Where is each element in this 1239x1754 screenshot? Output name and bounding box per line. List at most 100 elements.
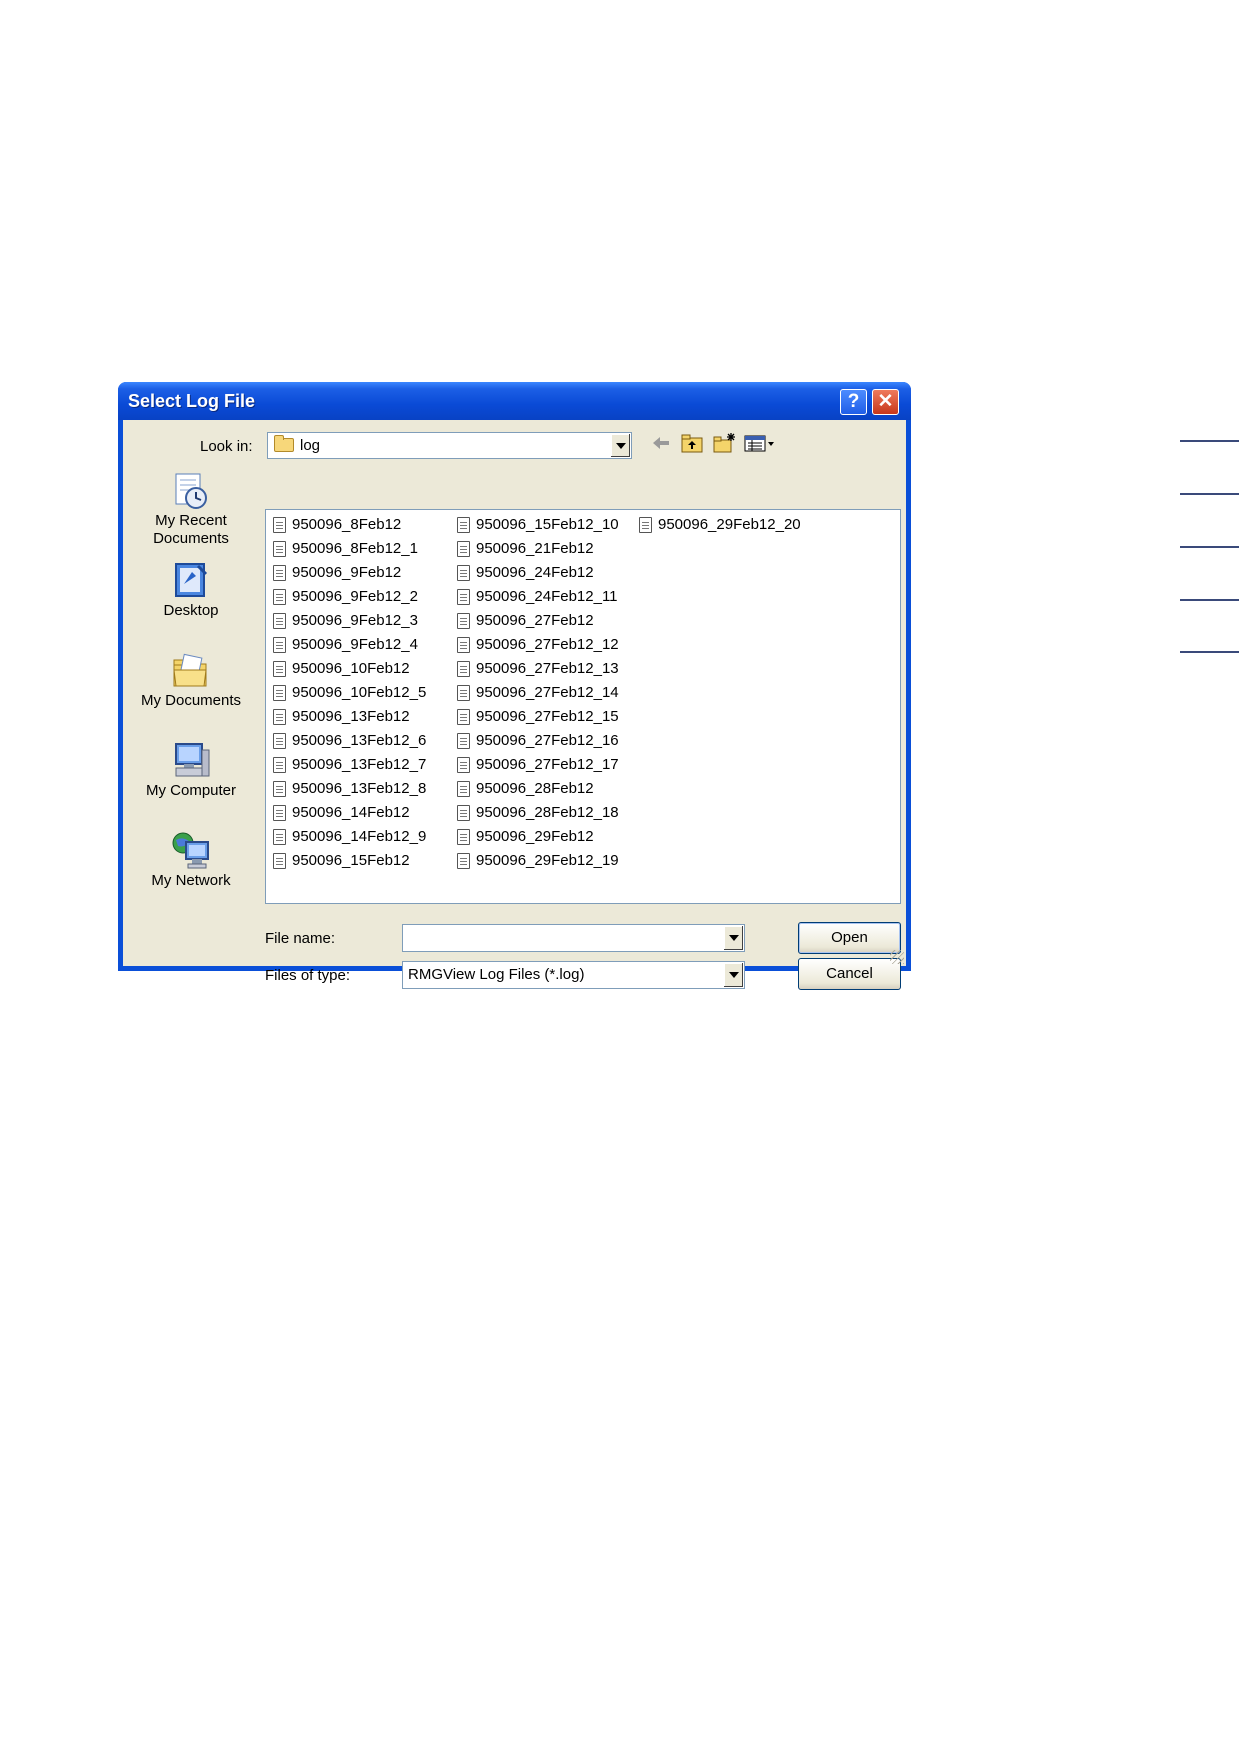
list-item[interactable]: 950096_27Feb12 bbox=[454, 610, 619, 634]
margin-line bbox=[1180, 493, 1239, 495]
chevron-down-icon[interactable] bbox=[723, 963, 743, 987]
new-folder-icon[interactable] bbox=[711, 432, 737, 454]
list-item[interactable]: 950096_27Feb12_13 bbox=[454, 658, 619, 682]
list-item[interactable]: 950096_8Feb12 bbox=[270, 514, 426, 538]
log-file-icon bbox=[273, 565, 286, 581]
log-file-icon bbox=[457, 613, 470, 629]
log-file-icon bbox=[457, 757, 470, 773]
file-name-text: 950096_24Feb12 bbox=[476, 564, 594, 581]
log-file-icon bbox=[457, 805, 470, 821]
views-menu-icon[interactable] bbox=[743, 432, 777, 454]
list-item[interactable]: 950096_29Feb12 bbox=[454, 826, 619, 850]
place-label: Desktop bbox=[163, 602, 219, 619]
place-label: My Documents bbox=[140, 692, 242, 709]
list-item[interactable]: 950096_10Feb12_5 bbox=[270, 682, 426, 706]
look-in-label: Look in: bbox=[200, 438, 253, 455]
file-name-text: 950096_27Feb12_14 bbox=[476, 684, 619, 701]
dialog-title: Select Log File bbox=[128, 391, 256, 411]
cancel-button[interactable]: Cancel bbox=[798, 958, 901, 990]
list-item[interactable]: 950096_24Feb12_11 bbox=[454, 586, 619, 610]
list-item[interactable]: 950096_9Feb12_4 bbox=[270, 634, 426, 658]
file-name-text: 950096_10Feb12_5 bbox=[292, 684, 427, 701]
place-label: My Network bbox=[151, 872, 231, 889]
file-name-input[interactable] bbox=[402, 924, 745, 952]
log-file-icon bbox=[273, 805, 286, 821]
file-name-text: 950096_9Feb12 bbox=[292, 564, 402, 581]
resize-grip[interactable] bbox=[890, 950, 904, 964]
file-name-text: 950096_10Feb12 bbox=[292, 660, 410, 677]
file-name-label: File name: bbox=[265, 930, 336, 947]
list-item[interactable]: 950096_13Feb12 bbox=[270, 706, 426, 730]
list-item[interactable]: 950096_14Feb12_9 bbox=[270, 826, 426, 850]
dialog-body: Look in: log My Recent Documents Desktop… bbox=[123, 420, 906, 990]
file-name-text: 950096_29Feb12 bbox=[476, 828, 594, 845]
list-item[interactable]: 950096_15Feb12_10 bbox=[454, 514, 619, 538]
place-label: My Computer bbox=[145, 782, 237, 799]
list-item[interactable]: 950096_27Feb12_16 bbox=[454, 730, 619, 754]
help-button[interactable]: ? bbox=[840, 389, 867, 415]
file-name-text: 950096_28Feb12 bbox=[476, 780, 594, 797]
chevron-down-icon[interactable] bbox=[610, 434, 630, 457]
margin-line bbox=[1180, 599, 1239, 601]
list-item[interactable]: 950096_28Feb12_18 bbox=[454, 802, 619, 826]
file-name-text: 950096_24Feb12_11 bbox=[476, 588, 618, 605]
log-file-icon bbox=[273, 589, 286, 605]
list-item[interactable]: 950096_8Feb12_1 bbox=[270, 538, 426, 562]
list-item[interactable]: 950096_27Feb12_15 bbox=[454, 706, 619, 730]
my-documents-icon bbox=[170, 650, 212, 692]
list-item[interactable]: 950096_14Feb12 bbox=[270, 802, 426, 826]
places-my-documents[interactable]: My Documents bbox=[131, 650, 251, 710]
file-name-text: 950096_9Feb12_3 bbox=[292, 612, 418, 629]
list-item[interactable]: 950096_13Feb12_8 bbox=[270, 778, 426, 802]
look-in-combo[interactable]: log bbox=[267, 432, 632, 459]
log-file-icon bbox=[457, 853, 470, 869]
log-file-icon bbox=[273, 541, 286, 557]
recent-documents-icon bbox=[170, 470, 212, 512]
file-name-text: 950096_9Feb12_2 bbox=[292, 588, 418, 605]
files-of-type-label: Files of type: bbox=[265, 967, 351, 984]
list-item[interactable]: 950096_13Feb12_7 bbox=[270, 754, 426, 778]
list-item[interactable]: 950096_15Feb12 bbox=[270, 850, 426, 874]
list-item[interactable]: 950096_21Feb12 bbox=[454, 538, 619, 562]
list-item[interactable]: 950096_28Feb12 bbox=[454, 778, 619, 802]
file-name-text: 950096_27Feb12_12 bbox=[476, 636, 619, 653]
file-name-text: 950096_27Feb12_17 bbox=[476, 756, 619, 773]
list-item[interactable]: 950096_29Feb12_20 bbox=[636, 514, 801, 538]
log-file-icon bbox=[273, 781, 286, 797]
file-name-text: 950096_28Feb12_18 bbox=[476, 804, 619, 821]
file-list[interactable]: 950096_8Feb12 950096_8Feb12_1 950096_9Fe… bbox=[265, 509, 901, 904]
up-one-level-icon[interactable] bbox=[679, 432, 705, 454]
select-log-file-dialog: Select Log File ? ✕ Look in: log My Rece… bbox=[118, 382, 911, 990]
close-button[interactable]: ✕ bbox=[872, 389, 899, 415]
chevron-down-icon[interactable] bbox=[723, 926, 743, 950]
log-file-icon bbox=[273, 733, 286, 749]
list-item[interactable]: 950096_9Feb12_3 bbox=[270, 610, 426, 634]
places-desktop[interactable]: Desktop bbox=[131, 560, 251, 620]
title-bar[interactable]: Select Log File ? ✕ bbox=[118, 382, 911, 420]
log-file-icon bbox=[273, 853, 286, 869]
list-item[interactable]: 950096_29Feb12_19 bbox=[454, 850, 619, 874]
places-my-network[interactable]: My Network bbox=[131, 830, 251, 890]
list-item[interactable]: 950096_27Feb12_12 bbox=[454, 634, 619, 658]
file-name-text: 950096_13Feb12_8 bbox=[292, 780, 427, 797]
log-file-icon bbox=[457, 781, 470, 797]
margin-line bbox=[1180, 651, 1239, 653]
places-my-computer[interactable]: My Computer bbox=[131, 740, 251, 800]
open-button[interactable]: Open bbox=[798, 922, 901, 954]
desktop-icon bbox=[170, 560, 212, 602]
places-recent-documents[interactable]: My Recent Documents bbox=[131, 470, 251, 548]
file-name-text: 950096_8Feb12 bbox=[292, 516, 402, 533]
files-of-type-select[interactable]: RMGView Log Files (*.log) bbox=[402, 961, 745, 989]
list-item[interactable]: 950096_9Feb12_2 bbox=[270, 586, 426, 610]
back-arrow-icon[interactable] bbox=[648, 432, 674, 454]
list-item[interactable]: 950096_10Feb12 bbox=[270, 658, 426, 682]
list-item[interactable]: 950096_9Feb12 bbox=[270, 562, 426, 586]
log-file-icon bbox=[457, 709, 470, 725]
file-column: 950096_29Feb12_20 bbox=[636, 514, 801, 538]
log-file-icon bbox=[457, 637, 470, 653]
list-item[interactable]: 950096_24Feb12 bbox=[454, 562, 619, 586]
files-of-type-value: RMGView Log Files (*.log) bbox=[408, 966, 585, 983]
list-item[interactable]: 950096_27Feb12_17 bbox=[454, 754, 619, 778]
list-item[interactable]: 950096_13Feb12_6 bbox=[270, 730, 426, 754]
list-item[interactable]: 950096_27Feb12_14 bbox=[454, 682, 619, 706]
